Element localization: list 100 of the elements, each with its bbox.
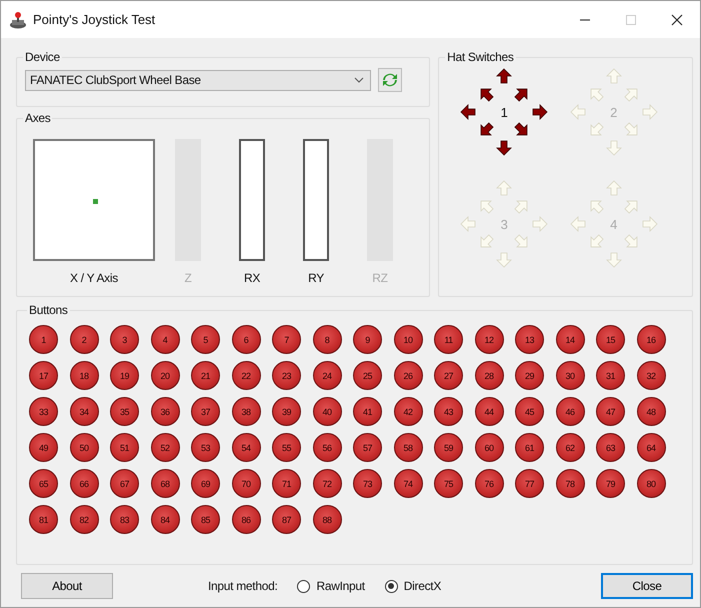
button-indicator: 23 [272,361,301,390]
button-indicator: 85 [191,505,220,534]
button-indicator: 8 [312,325,342,354]
button-indicator: 76 [474,469,504,498]
button-indicator: 43 [434,397,463,426]
button-indicator: 75 [434,469,463,498]
button-indicator: 81 [29,505,58,534]
button-indicator: 58 [394,433,422,462]
axis-label: Z [184,271,192,285]
button-indicator: 51 [110,433,139,462]
button-indicator: 50 [70,433,98,462]
button-indicator: 55 [272,433,301,462]
button-indicator: 49 [29,433,58,462]
close-icon [671,14,683,26]
button-indicator: 84 [150,505,180,534]
button-indicator: 46 [556,397,584,426]
button-indicator: 35 [110,397,139,426]
hat-number: 3 [500,216,508,232]
button-indicator: 26 [394,361,422,390]
button-indicator: 24 [312,361,342,390]
button-indicator: 88 [312,505,342,534]
axis-label: RY [308,271,324,285]
button-indicator: 72 [312,469,342,498]
button-indicator: 22 [232,361,260,390]
button-indicator: 17 [29,361,58,390]
refresh-icon [382,72,398,88]
button-indicator: 52 [150,433,180,462]
button-indicator: 47 [596,397,625,426]
hat-number: 1 [500,104,508,120]
button-indicator: 11 [434,325,463,354]
button-indicator: 70 [232,469,260,498]
input-method-radio[interactable]: DirectX [384,579,442,593]
button-indicator: 54 [232,433,260,462]
button-indicator: 40 [312,397,342,426]
button-indicator: 13 [515,325,544,354]
button-indicator: 10 [394,325,422,354]
button-indicator: 12 [474,325,504,354]
button-indicator: 64 [636,433,666,462]
button-indicator: 30 [556,361,584,390]
button-indicator: 68 [150,469,180,498]
group-label: Buttons [28,303,69,317]
button-indicator: 67 [110,469,139,498]
group-label: Device [24,50,61,64]
button-indicator: 79 [596,469,625,498]
button-indicator: 69 [191,469,220,498]
button-indicator: 16 [636,325,666,354]
button-indicator: 44 [474,397,504,426]
button-indicator: 36 [150,397,180,426]
joystick-icon [9,10,27,28]
button-indicator: 18 [70,361,98,390]
maximize-icon [625,14,637,26]
about-button[interactable]: About [21,573,113,599]
hat-number: 2 [610,104,618,120]
input-method-radio[interactable]: RawInput [297,579,365,593]
button-indicator: 80 [636,469,666,498]
button-indicator: 4 [150,325,180,354]
group-label: Axes [24,111,52,125]
button-indicator: 41 [353,397,382,426]
button-indicator: 31 [596,361,625,390]
input-method-label: Input method: [208,579,278,593]
device-dropdown[interactable]: FANATEC ClubSport Wheel Base [25,70,371,90]
button-indicator: 15 [596,325,625,354]
button-indicator: 56 [312,433,342,462]
button-indicator: 27 [434,361,463,390]
button-indicator: 59 [434,433,463,462]
button-indicator: 78 [556,469,584,498]
button-indicator: 83 [110,505,139,534]
window-title: Pointy's Joystick Test [33,12,156,27]
chevron-down-icon [354,77,364,83]
button-indicator: 6 [232,325,260,354]
refresh-button[interactable] [378,68,402,92]
button-indicator: 39 [272,397,301,426]
button-indicator: 5 [191,325,220,354]
button-indicator: 25 [353,361,382,390]
button-indicator: 3 [110,325,139,354]
button-indicator: 37 [191,397,220,426]
button-indicator: 14 [556,325,584,354]
group-label: Hat Switches [446,50,515,64]
button-indicator: 71 [272,469,301,498]
button-indicator: 2 [70,325,98,354]
button-indicator: 42 [394,397,422,426]
button-indicator: 61 [515,433,544,462]
button-indicator: 77 [515,469,544,498]
button-indicator: 38 [232,397,260,426]
hat-number: 4 [610,216,618,232]
button-indicator: 87 [272,505,301,534]
button-indicator: 82 [70,505,98,534]
button-indicator: 60 [474,433,504,462]
button-indicator: 73 [353,469,382,498]
button-indicator: 33 [29,397,58,426]
button-indicator: 20 [150,361,180,390]
button-indicator: 57 [353,433,382,462]
button-indicator: 66 [70,469,98,498]
button-indicator: 34 [70,397,98,426]
close-dialog-button[interactable]: Close [601,573,693,599]
button-indicator: 62 [556,433,584,462]
axis-label: X / Y Axis [70,271,118,285]
button-indicator: 53 [191,433,220,462]
button-indicator: 28 [474,361,504,390]
button-indicator: 45 [515,397,544,426]
